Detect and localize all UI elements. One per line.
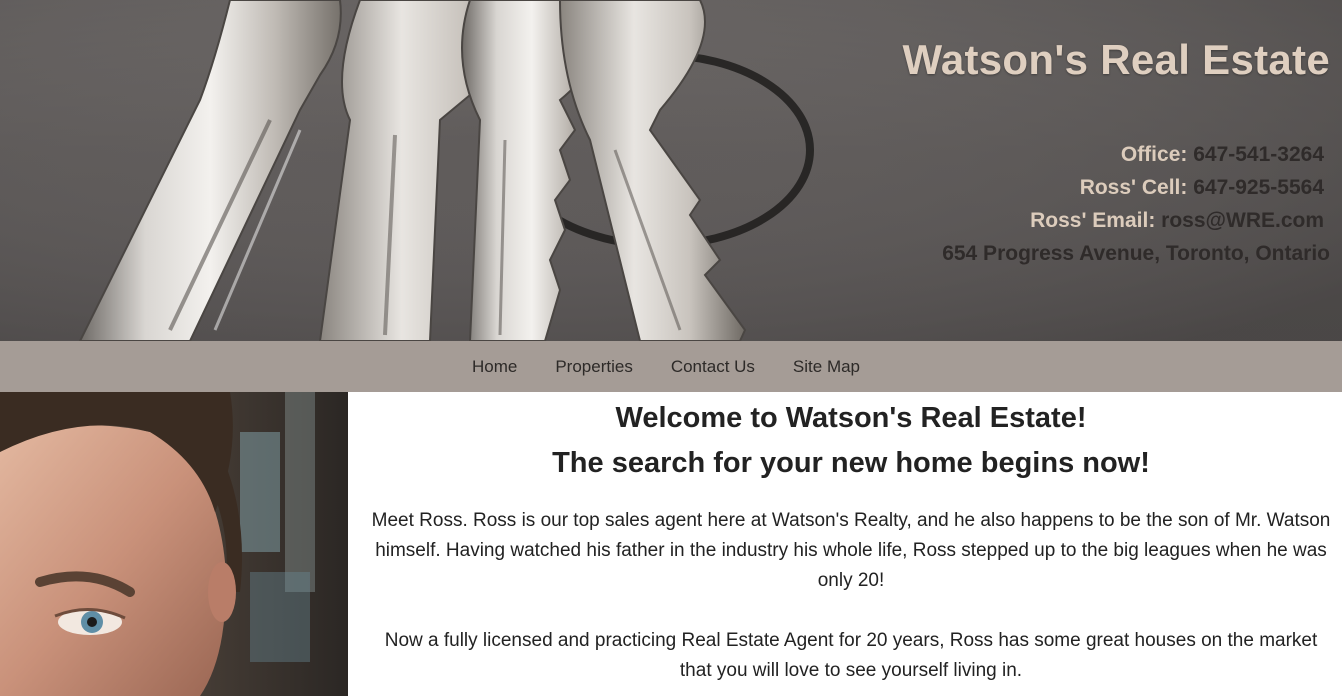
nav-sitemap-link[interactable]: Site Map [774,341,879,392]
cell-phone-row: Ross' Cell: 647-925-5564 [942,171,1330,204]
welcome-heading: Welcome to Watson's Real Estate! [615,402,1087,434]
intro-paragraph: Meet Ross. Ross is our top sales agent h… [371,510,1331,591]
main-nav: Home Properties Contact Us Site Map [0,341,1342,392]
cell-phone: 647-925-5564 [1193,176,1324,199]
office-label: Office: [1120,143,1188,166]
office-address: 654 Progress Avenue, Toronto, Ontario [942,242,1330,265]
site-header: Watson's Real Estate Office: 647-541-326… [0,0,1342,341]
cell-label: Ross' Cell: [1079,176,1188,199]
email-row: Ross' Email: ross@WRE.com [942,204,1330,237]
contact-info: Office: 647-541-3264 Ross' Cell: 647-925… [942,138,1330,270]
nav-home-link[interactable]: Home [453,341,536,392]
office-phone: 647-541-3264 [1193,143,1324,166]
email-label: Ross' Email: [1030,209,1156,232]
office-phone-row: Office: 647-541-3264 [942,138,1330,171]
address-row: 654 Progress Avenue, Toronto, Ontario [942,237,1330,270]
email-address: ross@WRE.com [1161,209,1324,232]
experience-paragraph: Now a fully licensed and practicing Real… [384,630,1318,681]
tagline-heading: The search for your new home begins now! [552,447,1150,479]
nav-contact-link[interactable]: Contact Us [652,341,774,392]
nav-properties-link[interactable]: Properties [536,341,651,392]
welcome-section: Welcome to Watson's Real Estate! The sea… [356,392,1342,696]
agent-portrait-image [0,392,348,696]
site-title: Watson's Real Estate [902,36,1330,83]
